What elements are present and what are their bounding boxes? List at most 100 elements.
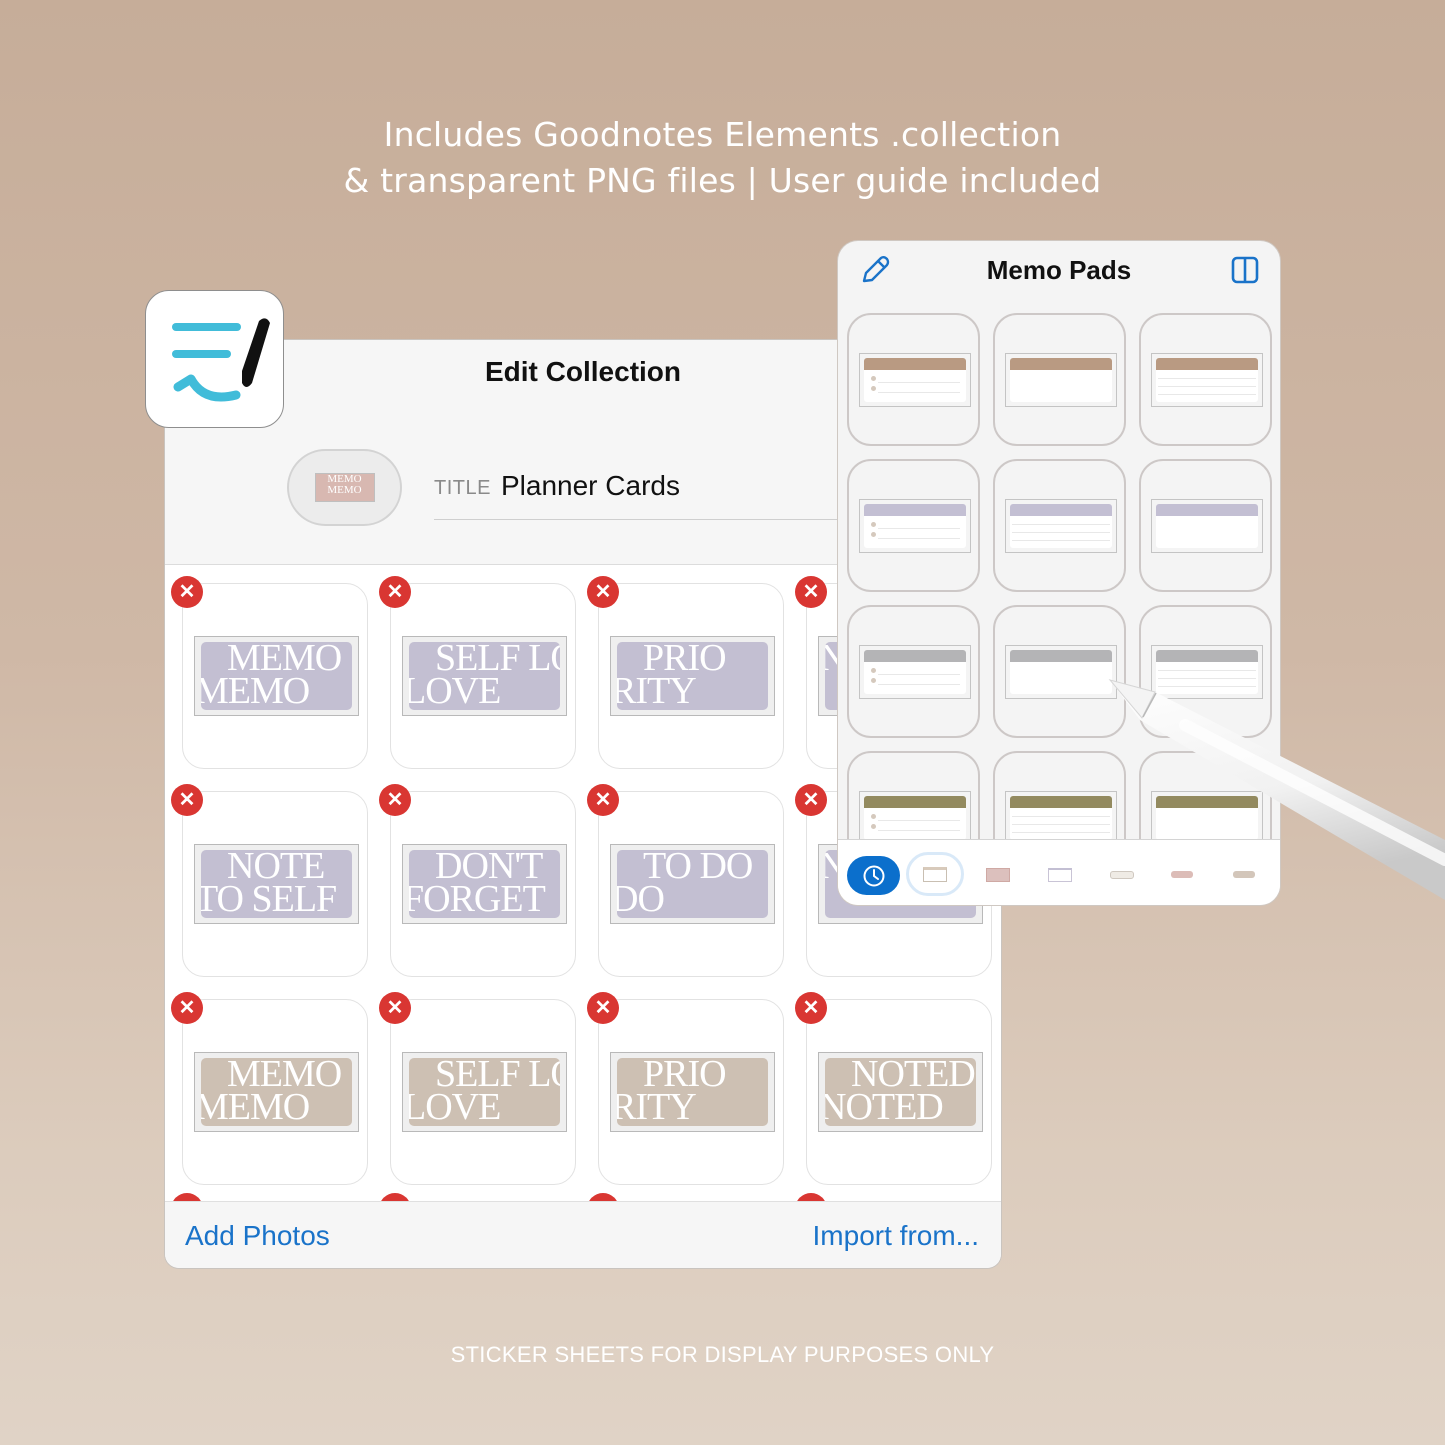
lavender-pad-tab[interactable] bbox=[1048, 868, 1072, 882]
delete-sticker-button[interactable]: ✕ bbox=[587, 784, 619, 816]
delete-sticker-button[interactable]: ✕ bbox=[379, 784, 411, 816]
memo-pads-title: Memo Pads bbox=[986, 255, 1132, 285]
memo-pad-item[interactable] bbox=[847, 459, 980, 592]
sticker-text-line-2: LOVE bbox=[409, 1086, 501, 1126]
memo-pad-item[interactable] bbox=[993, 605, 1126, 738]
memo-pad-item[interactable] bbox=[1139, 459, 1272, 592]
split-view-icon[interactable] bbox=[1230, 255, 1260, 285]
sticker-label: PRIO RITY bbox=[617, 642, 768, 710]
sticker-preview: SELF LOLOVE bbox=[402, 636, 567, 716]
sticker-text-line-2: MEMO bbox=[201, 670, 310, 710]
sticker-preview: TO DO DO bbox=[610, 844, 775, 924]
sticker-label: NOTED NOTED bbox=[825, 1058, 976, 1126]
delete-sticker-button[interactable]: ✕ bbox=[171, 784, 203, 816]
memo-pad-thumb bbox=[923, 866, 947, 882]
tan-label-tab[interactable] bbox=[1233, 871, 1255, 878]
sticker-label: MEMO MEMO bbox=[201, 1058, 352, 1126]
goodnotes-logo-icon bbox=[172, 318, 270, 402]
memo-pad-item[interactable] bbox=[993, 751, 1126, 841]
sticker-preview: MEMO MEMO bbox=[194, 1052, 359, 1132]
sticker-item[interactable]: MEMO MEMO bbox=[182, 999, 368, 1185]
sticker-text-line-2: DO bbox=[617, 878, 665, 918]
sticker-text-line-2: RITY bbox=[617, 670, 697, 710]
memo-pad-item[interactable] bbox=[1139, 751, 1272, 841]
memo-pad-preview bbox=[1151, 499, 1263, 553]
sticker-item[interactable]: NOTED NOTED bbox=[806, 999, 992, 1185]
sticker-preview: NOTE TO SELF bbox=[194, 844, 359, 924]
memo-pads-grid bbox=[838, 313, 1280, 841]
memo-pad-item[interactable] bbox=[1139, 313, 1272, 446]
title-label: TITLE bbox=[434, 477, 491, 499]
thumbnail-text-2: MEMO bbox=[327, 484, 362, 496]
sticker-label: SELF LOLOVE bbox=[409, 1058, 560, 1126]
delete-sticker-button[interactable]: ✕ bbox=[587, 576, 619, 608]
sticker-text-line-2: MEMO bbox=[201, 1086, 310, 1126]
headline: Includes Goodnotes Elements .collection … bbox=[0, 112, 1445, 204]
memo-pad-item[interactable] bbox=[993, 313, 1126, 446]
sticker-item[interactable]: SELF LOLOVE bbox=[390, 583, 576, 769]
memo-pad-preview bbox=[1005, 499, 1117, 553]
sticker-item[interactable]: NOTE TO SELF bbox=[182, 791, 368, 977]
sticker-item[interactable]: PRIO RITY bbox=[598, 583, 784, 769]
memo-pad-preview bbox=[859, 645, 971, 699]
memo-pad-preview bbox=[859, 353, 971, 407]
memo-pad-preview bbox=[859, 499, 971, 553]
import-from-button[interactable]: Import from... bbox=[813, 1220, 979, 1252]
headline-line-1: Includes Goodnotes Elements .collection bbox=[383, 115, 1062, 154]
delete-sticker-button[interactable]: ✕ bbox=[379, 992, 411, 1024]
collection-thumbnail: MEMO MEMO bbox=[314, 473, 375, 502]
display-disclaimer: STICKER SHEETS FOR DISPLAY PURPOSES ONLY bbox=[450, 1342, 995, 1367]
recents-tab[interactable] bbox=[847, 856, 900, 895]
delete-sticker-button[interactable]: ✕ bbox=[587, 992, 619, 1024]
sticker-preview: MEMO MEMO bbox=[194, 636, 359, 716]
delete-sticker-button[interactable]: ✕ bbox=[795, 576, 827, 608]
collection-thumbnail-button[interactable]: MEMO MEMO bbox=[287, 449, 402, 526]
memo-pad-item[interactable] bbox=[847, 751, 980, 841]
memo-pad-item[interactable] bbox=[1139, 605, 1272, 738]
memo-pad-item[interactable] bbox=[847, 313, 980, 446]
memo-pad-preview bbox=[1005, 353, 1117, 407]
delete-sticker-button[interactable]: ✕ bbox=[795, 784, 827, 816]
sticker-item[interactable]: SELF LOLOVE bbox=[390, 999, 576, 1185]
goodnotes-app-icon bbox=[145, 290, 284, 428]
sticker-label: SELF LOLOVE bbox=[409, 642, 560, 710]
delete-sticker-button[interactable] bbox=[587, 1193, 619, 1201]
delete-sticker-button[interactable] bbox=[795, 1193, 827, 1201]
title-input[interactable]: Planner Cards bbox=[501, 470, 680, 502]
delete-sticker-button[interactable]: ✕ bbox=[795, 992, 827, 1024]
sticker-label: PRIO RITY bbox=[617, 1058, 768, 1126]
memo-pad-item[interactable] bbox=[847, 605, 980, 738]
delete-sticker-button[interactable] bbox=[379, 1193, 411, 1201]
memo-pads-panel: Memo Pads bbox=[838, 241, 1280, 905]
sticker-text-line-2: TO SELF bbox=[201, 878, 337, 918]
add-photos-button[interactable]: Add Photos bbox=[185, 1220, 330, 1252]
sticker-sheet-tab[interactable] bbox=[986, 868, 1010, 882]
sticker-label: MEMO MEMO bbox=[201, 642, 352, 710]
memo-pads-tab[interactable] bbox=[906, 852, 964, 896]
sticker-preview: DON'T FORGET bbox=[402, 844, 567, 924]
cream-label-tab[interactable] bbox=[1110, 871, 1134, 879]
delete-sticker-button[interactable] bbox=[171, 1193, 203, 1201]
sticker-label: NOTE TO SELF bbox=[201, 850, 352, 918]
sticker-item[interactable]: MEMO MEMO bbox=[182, 583, 368, 769]
delete-sticker-button[interactable]: ✕ bbox=[379, 576, 411, 608]
pink-label-tab[interactable] bbox=[1171, 871, 1193, 878]
edit-collection-footer: Add Photos Import from... bbox=[165, 1201, 1001, 1268]
memo-pad-item[interactable] bbox=[993, 459, 1126, 592]
memo-pad-preview bbox=[1151, 791, 1263, 841]
delete-sticker-button[interactable]: ✕ bbox=[171, 576, 203, 608]
memo-pad-preview bbox=[1151, 353, 1263, 407]
sticker-item[interactable]: PRIO RITY bbox=[598, 999, 784, 1185]
sticker-text-line-2: NOTED bbox=[825, 1086, 944, 1126]
memo-pad-preview bbox=[859, 791, 971, 841]
delete-sticker-button[interactable]: ✕ bbox=[171, 992, 203, 1024]
sticker-item[interactable]: TO DO DO bbox=[598, 791, 784, 977]
sticker-label: DON'T FORGET bbox=[409, 850, 560, 918]
sticker-item[interactable]: DON'T FORGET bbox=[390, 791, 576, 977]
memo-pad-preview bbox=[1151, 645, 1263, 699]
sticker-text-line-2: FORGET bbox=[409, 878, 546, 918]
sticker-preview: PRIO RITY bbox=[610, 636, 775, 716]
sticker-label: TO DO DO bbox=[617, 850, 768, 918]
sticker-preview: NOTED NOTED bbox=[818, 1052, 983, 1132]
headline-line-2: & transparent PNG files | User guide inc… bbox=[343, 161, 1102, 200]
